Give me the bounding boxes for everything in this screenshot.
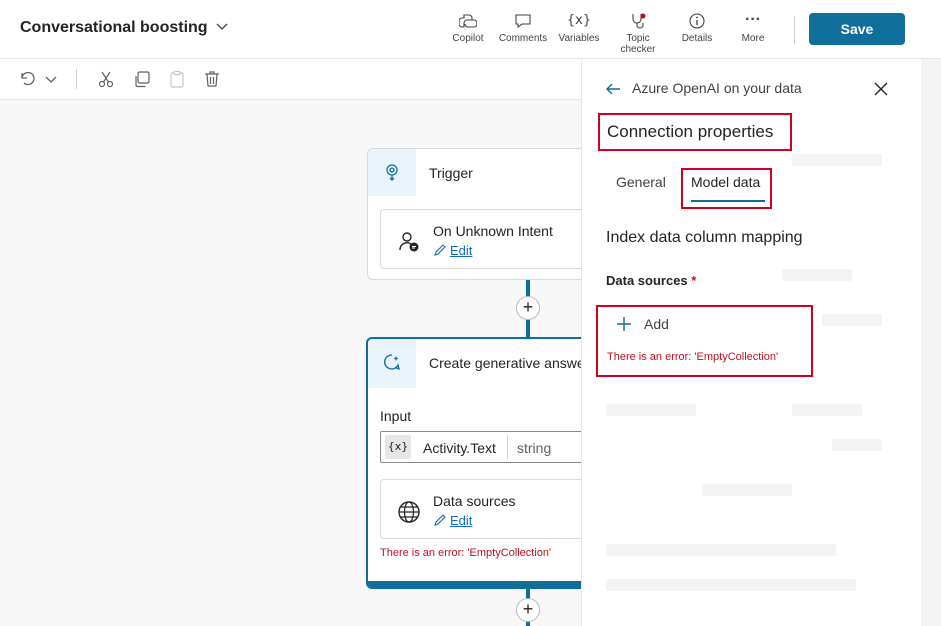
details-button[interactable]: Details: [667, 12, 727, 44]
tab-selected-indicator: [691, 200, 765, 202]
more-label: More: [741, 33, 765, 44]
topic-checker-button[interactable]: Topic checker: [608, 12, 668, 55]
data-sources-label: Data sources *: [606, 273, 696, 288]
variables-icon: {x}: [566, 13, 592, 28]
generative-icon-box: [368, 339, 416, 388]
copilot-icon: [459, 14, 477, 28]
panel-error-message: There is an error: 'EmptyCollection': [607, 351, 779, 363]
toolbar-divider: [794, 16, 795, 44]
topic-checker-label: Topic checker: [620, 33, 656, 55]
generative-title: Create generative answers: [429, 355, 581, 371]
save-button[interactable]: Save: [809, 13, 905, 45]
node-error-message: There is an error: 'EmptyCollection': [380, 547, 552, 559]
authoring-canvas[interactable]: Trigger On Unknown Intent Edit + Create …: [0, 100, 581, 626]
variable-type: string: [517, 440, 552, 456]
generative-answers-node[interactable]: Create generative answers Input {x} Acti…: [366, 337, 581, 589]
trigger-node[interactable]: Trigger On Unknown Intent Edit: [367, 148, 581, 280]
delete-icon[interactable]: [202, 69, 222, 89]
pencil-icon: [434, 244, 446, 256]
ghost-row: [702, 484, 792, 496]
input-label: Input: [380, 408, 412, 424]
ghost-row: [792, 404, 862, 416]
scroll-gutter: [921, 59, 941, 626]
trigger-edit-link[interactable]: Edit: [433, 243, 472, 258]
trigger-edit-label: Edit: [450, 243, 473, 258]
ghost-row: [832, 439, 882, 451]
sparkle-chat-icon: [384, 354, 400, 371]
top-bar: Conversational boosting Copilot Comments…: [0, 0, 941, 59]
input-field[interactable]: {x} Activity.Text string: [380, 431, 581, 463]
person-chat-icon: [399, 232, 419, 252]
generative-node-header: Create generative answers: [368, 339, 581, 388]
data-sources-edit-label: Edit: [450, 513, 473, 528]
comments-label: Comments: [498, 33, 548, 44]
stethoscope-icon: [632, 13, 646, 29]
paste-icon: [167, 69, 187, 89]
data-sources-label-text: Data sources: [606, 273, 688, 288]
details-label: Details: [681, 33, 713, 44]
trigger-node-header: Trigger: [368, 149, 581, 196]
chevron-down-icon[interactable]: [214, 18, 230, 34]
data-sources-edit-link[interactable]: Edit: [433, 513, 472, 528]
data-sources-card[interactable]: Data sources Edit: [380, 479, 581, 539]
comment-icon: [515, 14, 531, 29]
add-label: Add: [644, 316, 669, 332]
info-icon: [689, 13, 705, 29]
variables-label: Variables: [558, 33, 600, 44]
pencil-icon: [434, 514, 446, 526]
more-icon: ···: [745, 11, 761, 28]
edit-toolbar: [0, 59, 581, 100]
topic-title[interactable]: Conversational boosting: [20, 19, 208, 37]
back-arrow-icon[interactable]: [604, 80, 622, 98]
section-title: Index data column mapping: [606, 229, 803, 246]
variable-divider: [507, 435, 508, 459]
unknown-intent-title: On Unknown Intent: [433, 223, 553, 239]
node-footer-bar: [368, 581, 581, 587]
trigger-icon-box: [368, 149, 416, 196]
ghost-row: [782, 269, 852, 281]
trigger-icon: [386, 164, 398, 181]
chevron-down-icon[interactable]: [41, 69, 61, 89]
variable-badge: {x}: [385, 435, 411, 459]
required-mark: *: [691, 273, 697, 288]
plus-icon: [617, 317, 631, 331]
add-node-button-bottom[interactable]: +: [516, 598, 540, 622]
properties-panel: Azure OpenAI on your data Connection pro…: [581, 59, 921, 626]
unknown-intent-card[interactable]: On Unknown Intent Edit: [380, 209, 581, 269]
tab-general[interactable]: General: [616, 174, 666, 190]
edit-divider: [76, 69, 77, 89]
close-icon[interactable]: [873, 81, 889, 97]
trigger-title: Trigger: [429, 165, 473, 181]
panel-heading: Connection properties: [607, 122, 774, 141]
comments-button[interactable]: Comments: [493, 12, 553, 44]
copilot-button[interactable]: Copilot: [438, 12, 498, 44]
ghost-row: [606, 404, 696, 416]
copy-icon[interactable]: [132, 69, 152, 89]
ghost-row: [792, 154, 882, 166]
globe-icon: [398, 501, 420, 523]
ghost-row: [606, 544, 836, 556]
more-button[interactable]: ··· More: [723, 11, 783, 45]
cut-icon[interactable]: [96, 69, 116, 89]
ghost-row: [606, 579, 856, 591]
add-node-button[interactable]: +: [516, 296, 540, 320]
variables-button[interactable]: {x} Variables: [549, 12, 609, 44]
variable-name: Activity.Text: [423, 440, 496, 456]
ghost-row: [822, 314, 882, 326]
tab-model-data[interactable]: Model data: [691, 174, 760, 190]
copilot-label: Copilot: [452, 33, 484, 44]
undo-icon[interactable]: [17, 69, 37, 89]
panel-back-title: Azure OpenAI on your data: [632, 80, 802, 96]
data-sources-title: Data sources: [433, 493, 516, 509]
